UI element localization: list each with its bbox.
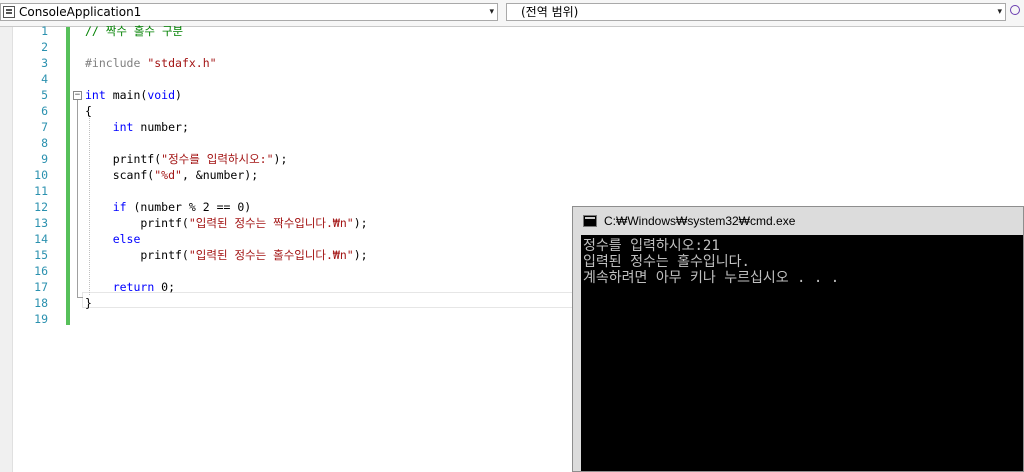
code-line[interactable]: 14 else xyxy=(0,231,600,247)
line-number: 17 xyxy=(34,280,48,294)
code-line[interactable]: 5 int main(void) xyxy=(0,87,600,103)
code-line[interactable]: 13 printf("입력된 정수는 짝수입니다.₩n"); xyxy=(0,215,600,231)
console-output[interactable]: 정수를 입력하시오:21 입력된 정수는 홀수입니다. 계속하려면 아무 키나 누르… xyxy=(581,235,1023,471)
line-number: 12 xyxy=(34,200,48,214)
line-number: 2 xyxy=(41,40,48,54)
scope-dropdown-value: (전역 범위) xyxy=(521,5,579,19)
code-text[interactable]: printf("입력된 정수는 짝수입니다.₩n"); xyxy=(85,215,367,231)
line-number: 16 xyxy=(34,264,48,278)
code-line[interactable]: 2 xyxy=(0,39,600,55)
line-number: 6 xyxy=(41,104,48,118)
code-line[interactable]: 16 xyxy=(0,263,600,279)
console-output-line: 정수를 입력하시오:21 xyxy=(583,238,720,254)
code-line[interactable]: 11 xyxy=(0,183,600,199)
code-text[interactable]: return 0; xyxy=(85,279,175,295)
code-text[interactable]: #include "stdafx.h" xyxy=(85,55,217,71)
code-text[interactable]: printf("입력된 정수는 홀수입니다.₩n"); xyxy=(85,247,367,263)
code-text[interactable]: { xyxy=(85,103,92,119)
code-text[interactable]: printf("정수를 입력하시오:"); xyxy=(85,151,288,167)
console-app-icon xyxy=(583,215,597,227)
code-line[interactable]: 1 // 짝수 홀수 구분 xyxy=(0,23,600,39)
console-title: C:₩Windows₩system32₩cmd.exe xyxy=(604,214,796,228)
code-text[interactable]: } xyxy=(85,295,92,311)
console-output-line: 입력된 정수는 홀수입니다. xyxy=(583,254,750,270)
line-number: 8 xyxy=(41,136,48,150)
line-number: 1 xyxy=(41,24,48,38)
code-text[interactable]: scanf("%d", &number); xyxy=(85,167,258,183)
code-text[interactable]: if (number % 2 == 0) xyxy=(85,199,251,215)
project-dropdown-value: ConsoleApplication1 xyxy=(19,5,142,19)
line-number: 19 xyxy=(34,312,48,326)
line-number: 9 xyxy=(41,152,48,166)
scope-dropdown[interactable]: (전역 범위) ▾ xyxy=(506,3,1006,21)
line-number: 3 xyxy=(41,56,48,70)
code-text[interactable]: int main(void) xyxy=(85,87,182,103)
line-number: 7 xyxy=(41,120,48,134)
line-number: 13 xyxy=(34,216,48,230)
line-number: 10 xyxy=(34,168,48,182)
code-text[interactable]: // 짝수 홀수 구분 xyxy=(85,23,183,39)
line-number: 5 xyxy=(41,88,48,102)
code-text[interactable]: else xyxy=(85,231,141,247)
line-number: 4 xyxy=(41,72,48,86)
console-window[interactable]: C:₩Windows₩system32₩cmd.exe 정수를 입력하시오:21… xyxy=(572,206,1024,472)
console-titlebar[interactable]: C:₩Windows₩system32₩cmd.exe xyxy=(573,207,1023,235)
line-number: 15 xyxy=(34,248,48,262)
class-icon xyxy=(3,6,15,18)
code-line[interactable]: 6{ xyxy=(0,103,600,119)
dropdown-arrow-icon[interactable]: ▾ xyxy=(489,4,494,20)
code-line[interactable]: 12 if (number % 2 == 0) xyxy=(0,199,600,215)
code-line[interactable]: 15 printf("입력된 정수는 홀수입니다.₩n"); xyxy=(0,247,600,263)
project-dropdown[interactable]: ConsoleApplication1 ▾ xyxy=(0,3,498,21)
code-line[interactable]: 9 printf("정수를 입력하시오:"); xyxy=(0,151,600,167)
code-line[interactable]: 4 xyxy=(0,71,600,87)
code-line[interactable]: 7 int number; xyxy=(0,119,600,135)
code-line[interactable]: 17 return 0; xyxy=(0,279,600,295)
code-text[interactable]: int number; xyxy=(85,119,189,135)
code-line[interactable]: 19 xyxy=(0,311,600,327)
member-icon[interactable] xyxy=(1010,5,1020,15)
line-number: 14 xyxy=(34,232,48,246)
dropdown-arrow-icon[interactable]: ▾ xyxy=(997,4,1002,20)
line-number: 11 xyxy=(34,184,48,198)
code-line[interactable]: 10 scanf("%d", &number); xyxy=(0,167,600,183)
console-output-line: 계속하려면 아무 키나 누르십시오 . . . xyxy=(583,270,840,286)
line-number: 18 xyxy=(34,296,48,310)
code-line[interactable]: 8 xyxy=(0,135,600,151)
code-line[interactable]: 18} xyxy=(0,295,600,311)
code-line[interactable]: 3 #include "stdafx.h" xyxy=(0,55,600,71)
